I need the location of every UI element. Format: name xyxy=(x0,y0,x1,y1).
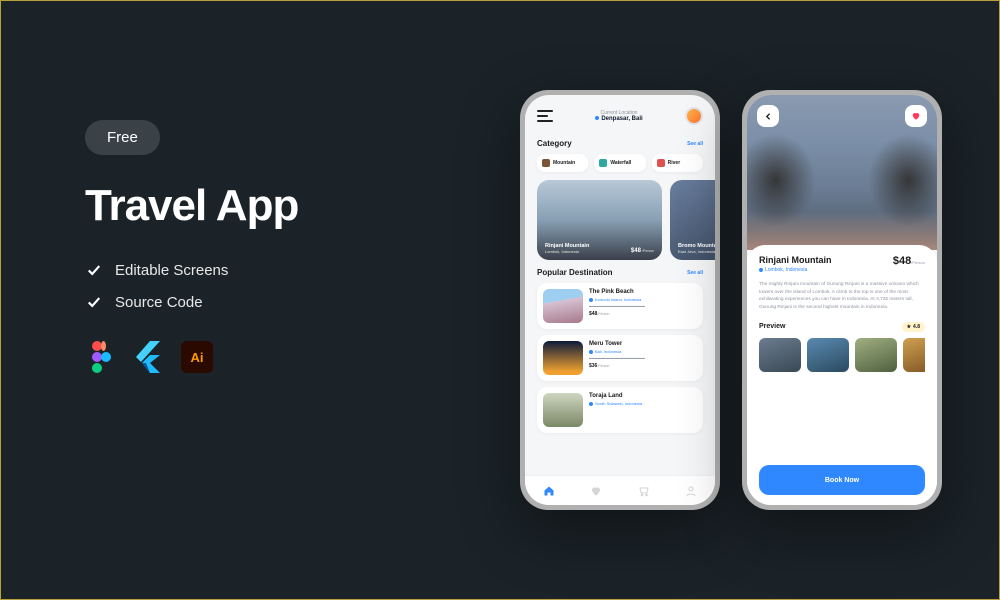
preview-thumb[interactable] xyxy=(759,338,801,372)
detail-title: Rinjani Mountain xyxy=(759,255,832,265)
avatar[interactable] xyxy=(685,107,703,125)
location-value: Denpasar, Bali xyxy=(601,116,642,122)
destination-thumb xyxy=(543,289,583,323)
river-icon xyxy=(657,159,665,167)
bottom-nav xyxy=(525,475,715,505)
marketing-panel: Free Travel App Editable Screens Source … xyxy=(85,120,465,373)
rating-badge: ★4.8 xyxy=(902,322,925,332)
phone-mockup-detail: Rinjani Mountain Lombok, Indonesia $48/P… xyxy=(742,90,942,510)
check-icon xyxy=(85,261,103,279)
back-button[interactable] xyxy=(757,105,779,127)
detail-price: $48 xyxy=(893,255,911,267)
popular-title: Popular Destination xyxy=(537,268,613,277)
category-chip[interactable]: Mountain xyxy=(537,154,588,172)
star-icon: ★ xyxy=(907,324,911,330)
destination-item[interactable]: Meru Tower Bali, Indonesia ▬▬▬▬▬▬▬▬▬▬▬▬▬… xyxy=(537,335,703,381)
category-title: Category xyxy=(537,139,572,148)
detail-location: Lombok, Indonesia xyxy=(765,267,807,273)
see-all-link[interactable]: See all xyxy=(687,270,703,276)
category-chip[interactable]: River xyxy=(652,154,703,172)
preview-thumb[interactable] xyxy=(903,338,925,372)
destination-item[interactable]: Toraja Land South Sulawesi, Indonesia xyxy=(537,387,703,433)
illustrator-icon: Ai xyxy=(181,341,213,373)
destination-thumb xyxy=(543,341,583,375)
feature-label: Editable Screens xyxy=(115,262,228,279)
featured-card[interactable]: Bromo Mountain East Java, Indonesia xyxy=(670,180,715,260)
menu-icon[interactable] xyxy=(537,110,553,122)
hero-image xyxy=(747,95,937,250)
pin-icon xyxy=(759,268,763,272)
nav-favorite-icon[interactable] xyxy=(589,484,603,498)
featured-card[interactable]: Rinjani Mountain Lombok, Indonesia $48/P… xyxy=(537,180,662,260)
see-all-link[interactable]: See all xyxy=(687,141,703,147)
figma-icon xyxy=(85,341,117,373)
destination-thumb xyxy=(543,393,583,427)
phone-mockup-home: Current Location Denpasar, Bali Category… xyxy=(520,90,720,510)
tool-icons-row: Ai xyxy=(85,341,465,373)
nav-home-icon[interactable] xyxy=(542,484,556,498)
nav-cart-icon[interactable] xyxy=(637,484,651,498)
favorite-button[interactable] xyxy=(905,105,927,127)
card-location: Lombok, Indonesia xyxy=(545,249,589,254)
nav-profile-icon[interactable] xyxy=(684,484,698,498)
waterfall-icon xyxy=(599,159,607,167)
pin-icon xyxy=(595,116,599,120)
current-location[interactable]: Current Location Denpasar, Bali xyxy=(595,110,642,122)
preview-title: Preview xyxy=(759,323,785,330)
product-title: Travel App xyxy=(85,181,465,231)
category-chip[interactable]: Waterfall xyxy=(594,154,645,172)
feature-item: Source Code xyxy=(85,293,465,311)
detail-description: The mighty Rinjani mountain of Gunung Ri… xyxy=(759,281,925,312)
check-icon xyxy=(85,293,103,311)
mountain-icon xyxy=(542,159,550,167)
book-now-button[interactable]: Book Now xyxy=(759,465,925,495)
feature-label: Source Code xyxy=(115,294,203,311)
free-badge: Free xyxy=(85,120,160,155)
feature-item: Editable Screens xyxy=(85,261,465,279)
card-location: East Java, Indonesia xyxy=(678,249,715,254)
flutter-icon xyxy=(133,341,165,373)
destination-item[interactable]: The Pink Beach Komodo Island, Indonesia … xyxy=(537,283,703,329)
preview-thumb[interactable] xyxy=(855,338,897,372)
preview-thumb[interactable] xyxy=(807,338,849,372)
detail-sheet: Rinjani Mountain Lombok, Indonesia $48/P… xyxy=(747,245,937,505)
